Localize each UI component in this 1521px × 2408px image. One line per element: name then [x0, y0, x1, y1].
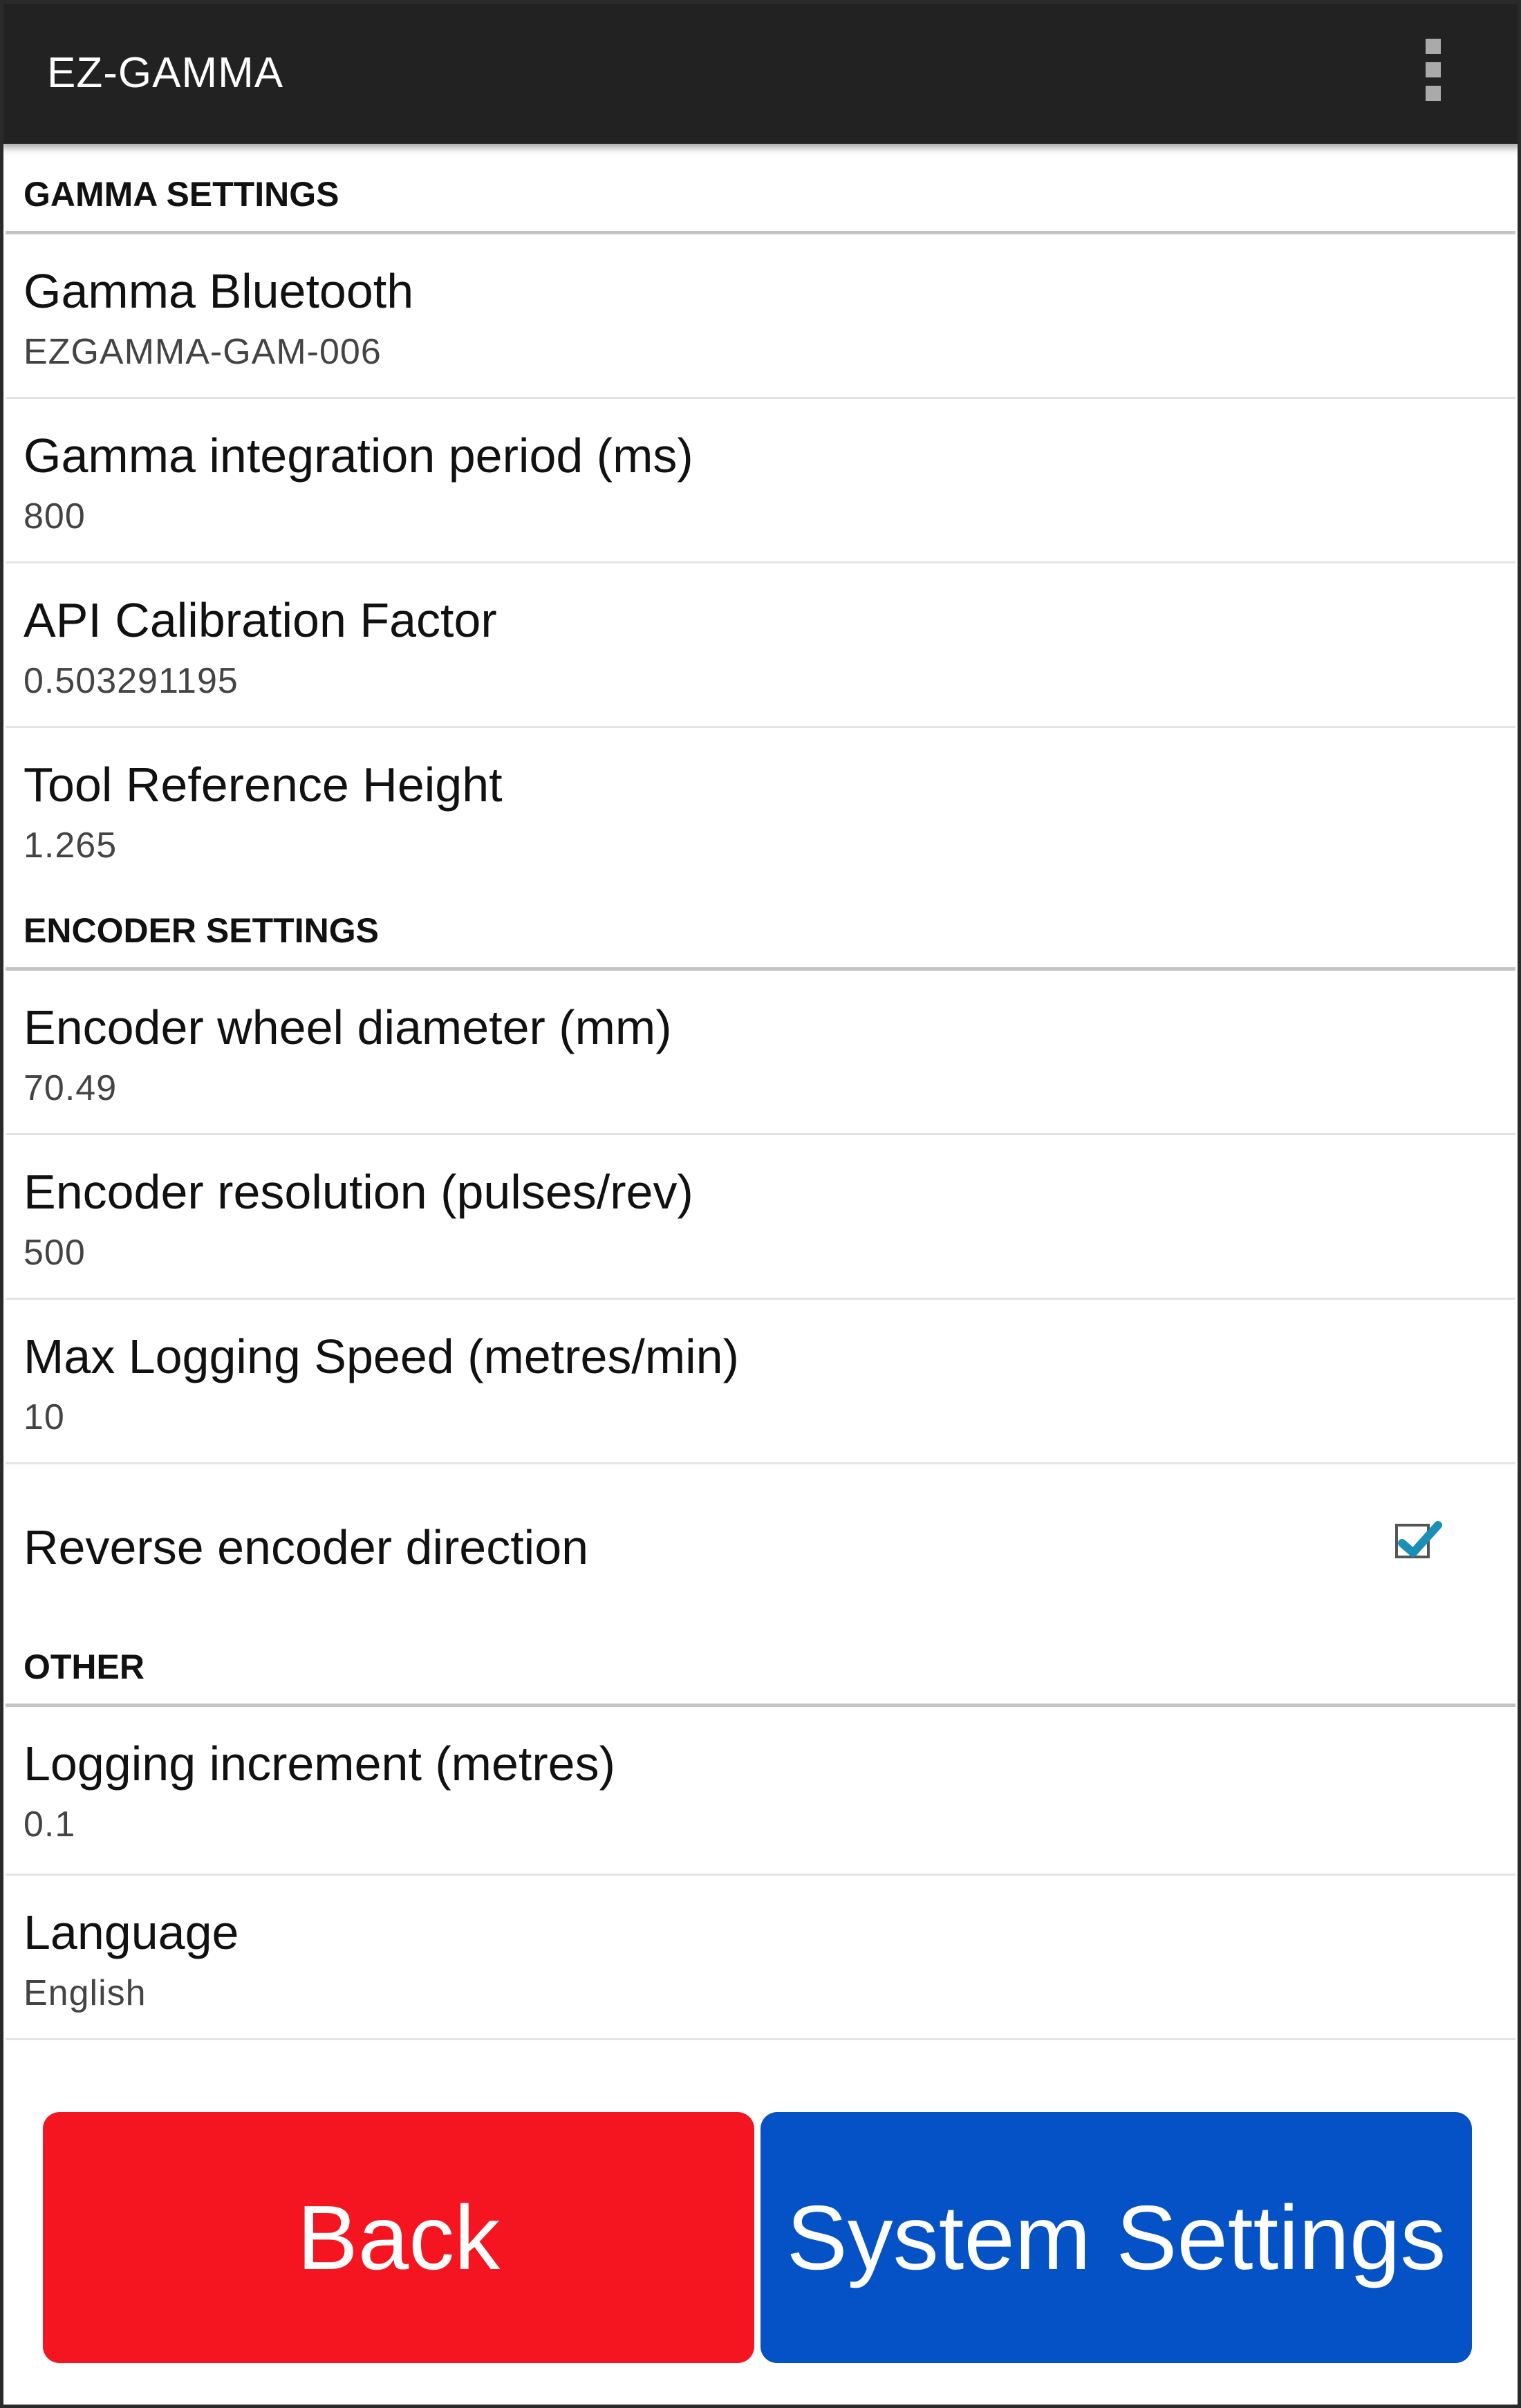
setting-title: Gamma integration period (ms): [24, 429, 693, 483]
settings-list: GAMMA SETTINGS Gamma Bluetooth EZGAMMA-GA…: [0, 144, 1521, 2040]
setting-value: 1.265: [24, 825, 118, 866]
setting-value: 0.503291195: [24, 661, 239, 701]
setting-encoder-wheel-diameter[interactable]: Encoder wheel diameter (mm) 70.49: [6, 971, 1515, 1135]
setting-title: Language: [24, 1905, 239, 1959]
setting-gamma-integration-period[interactable]: Gamma integration period (ms) 800: [6, 399, 1515, 563]
section-title: GAMMA SETTINGS: [24, 175, 339, 214]
setting-title: Encoder wheel diameter (mm): [24, 1000, 672, 1054]
setting-title: Logging increment (metres): [24, 1737, 615, 1791]
setting-max-logging-speed[interactable]: Max Logging Speed (metres/min) 10: [6, 1300, 1515, 1464]
setting-value: 500: [24, 1233, 86, 1273]
setting-logging-increment[interactable]: Logging increment (metres) 0.1: [6, 1707, 1515, 1876]
setting-value: EZGAMMA-GAM-006: [24, 332, 382, 372]
section-header-encoder: ENCODER SETTINGS: [6, 893, 1515, 971]
setting-language[interactable]: Language English: [6, 1876, 1515, 2040]
setting-title: API Calibration Factor: [24, 593, 497, 647]
setting-title: Reverse encoder direction: [24, 1520, 589, 1574]
checkmark-icon: [1398, 1521, 1442, 1557]
section-header-gamma: GAMMA SETTINGS: [6, 144, 1515, 234]
section-title: OTHER: [24, 1648, 144, 1686]
setting-reverse-encoder-direction[interactable]: Reverse encoder direction: [6, 1464, 1515, 1629]
app-bar: EZ-GAMMA: [0, 0, 1521, 144]
app-title: EZ-GAMMA: [47, 49, 284, 97]
section-header-other: OTHER: [6, 1629, 1515, 1707]
setting-title: Gamma Bluetooth: [24, 264, 414, 318]
system-settings-button[interactable]: System Settings: [760, 2112, 1472, 2363]
setting-gamma-bluetooth[interactable]: Gamma Bluetooth EZGAMMA-GAM-006: [6, 234, 1515, 399]
reverse-encoder-checkbox[interactable]: [1395, 1521, 1442, 1558]
back-button[interactable]: Back: [43, 2112, 754, 2363]
setting-value: 0.1: [24, 1804, 76, 1845]
setting-tool-reference-height[interactable]: Tool Reference Height 1.265: [6, 728, 1515, 893]
setting-api-calibration-factor[interactable]: API Calibration Factor 0.503291195: [6, 563, 1515, 728]
setting-value: 10: [24, 1397, 65, 1437]
overflow-menu-icon[interactable]: [1426, 39, 1446, 101]
section-title: ENCODER SETTINGS: [24, 911, 379, 950]
setting-value: English: [24, 1973, 147, 2013]
setting-encoder-resolution[interactable]: Encoder resolution (pulses/rev) 500: [6, 1135, 1515, 1300]
setting-value: 800: [24, 496, 86, 536]
setting-title: Max Logging Speed (metres/min): [24, 1329, 739, 1383]
setting-title: Tool Reference Height: [24, 758, 503, 812]
setting-value: 70.49: [24, 1068, 118, 1108]
setting-title: Encoder resolution (pulses/rev): [24, 1165, 693, 1219]
